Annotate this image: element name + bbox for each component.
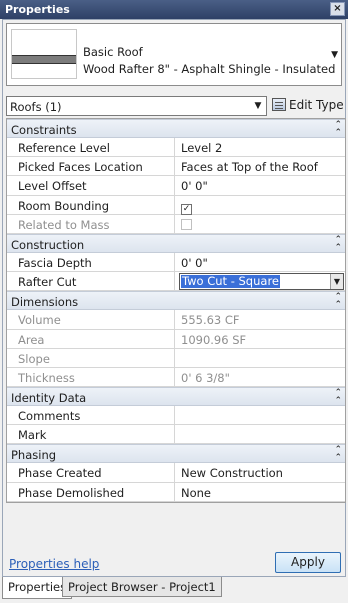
property-value: 1090.96 SF — [181, 332, 247, 347]
property-label: Reference Level — [7, 138, 175, 157]
group-constraints[interactable]: Constraints ⌃ ⌃ — [7, 119, 345, 138]
group-title: Identity Data — [11, 391, 87, 406]
property-value: ✓ — [175, 196, 345, 215]
chevron-down-icon[interactable]: ▼ — [330, 274, 343, 290]
edit-type-icon — [272, 98, 286, 111]
collapse-icon[interactable]: ⌃ ⌃ — [334, 121, 341, 138]
property-label: Area — [7, 329, 175, 348]
tab-project-browser[interactable]: Project Browser - Project1 — [62, 577, 222, 597]
group-title: Constraints — [11, 123, 77, 137]
property-label: Fascia Depth — [7, 252, 175, 272]
close-icon[interactable]: × — [330, 2, 345, 16]
chevron-down-icon[interactable]: ▼ — [251, 98, 265, 114]
property-row-room-bounding: Room Bounding ✓ — [7, 195, 345, 215]
group-dimensions[interactable]: Dimensions ⌃ ⌃ — [7, 291, 345, 311]
room-bounding-checkbox[interactable]: ✓ — [181, 203, 192, 215]
property-row-level-offset: Level Offset 0' 0" — [7, 176, 345, 196]
property-label: Phase Demolished — [7, 482, 175, 501]
property-row-picked-faces-location: Picked Faces Location Faces at Top of th… — [7, 157, 345, 177]
property-label: Level Offset — [7, 176, 175, 195]
collapse-icon[interactable]: ⌃ ⌃ — [334, 446, 341, 463]
panel-tabs: Properties Project Browser - Project1 — [0, 577, 348, 603]
collapse-icon[interactable]: ⌃ ⌃ — [334, 389, 341, 406]
property-value — [175, 349, 345, 367]
edit-type-label: Edit Type — [289, 98, 344, 112]
group-construction[interactable]: Construction ⌃ ⌃ — [7, 233, 345, 253]
property-value[interactable] — [175, 425, 345, 443]
property-value — [175, 215, 345, 233]
filter-row: Roofs (1) ▼ Edit Type — [6, 96, 346, 117]
property-label: Slope — [7, 348, 175, 367]
property-row-phase-demolished: Phase Demolished None — [7, 482, 345, 502]
collapse-icon[interactable]: ⌃ ⌃ — [334, 235, 341, 252]
property-value[interactable]: New Construction — [175, 463, 345, 481]
window-title: Properties — [5, 3, 70, 16]
group-title: Dimensions — [11, 295, 79, 310]
panel-footer: Properties help Apply — [3, 547, 347, 577]
chevron-down-icon[interactable]: ▼ — [331, 50, 338, 60]
instance-filter-value: Roofs (1) — [10, 100, 62, 114]
group-phasing[interactable]: Phasing ⌃ ⌃ — [7, 444, 345, 464]
property-label: Volume — [7, 310, 175, 329]
type-family-name: Basic Roof — [83, 45, 143, 59]
related-to-mass-checkbox — [181, 218, 192, 230]
property-row-related-to-mass: Related to Mass — [7, 214, 345, 234]
group-title: Construction — [11, 237, 85, 252]
rafter-cut-selected-value[interactable]: Two Cut - Square — [181, 275, 280, 289]
collapse-icon[interactable]: ⌃ ⌃ — [334, 293, 341, 310]
property-label: Mark — [7, 425, 175, 444]
group-title: Phasing — [11, 448, 57, 463]
property-label: Picked Faces Location — [7, 157, 175, 176]
property-label: Thickness — [7, 367, 175, 387]
group-identity-data[interactable]: Identity Data ⌃ ⌃ — [7, 387, 345, 407]
property-row-fascia-depth: Fascia Depth 0' 0" — [7, 252, 345, 273]
property-row-comments: Comments — [7, 406, 345, 426]
property-value[interactable]: Faces at Top of the Roof — [175, 157, 345, 175]
property-value: 0' 6 3/8" — [181, 370, 230, 385]
window-title-bar: Properties × — [0, 0, 348, 19]
property-value: 555.63 CF — [181, 313, 240, 328]
property-row-rafter-cut: Rafter Cut Two Cut - Square ▼ — [7, 272, 345, 292]
property-label: Rafter Cut — [7, 272, 175, 291]
property-row-mark: Mark — [7, 425, 345, 445]
property-row-slope: Slope — [7, 348, 345, 368]
properties-panel: Basic Roof Wood Rafter 8" - Asphalt Shin… — [2, 19, 346, 577]
property-row-area: Area 1090.96 SF — [7, 329, 345, 349]
instance-filter-select[interactable]: Roofs (1) ▼ — [6, 96, 267, 116]
property-label: Phase Created — [7, 463, 175, 482]
property-row-phase-created: Phase Created New Construction — [7, 463, 345, 483]
edit-type-button[interactable]: Edit Type — [272, 96, 344, 116]
type-name: Wood Rafter 8" - Asphalt Shingle - Insul… — [83, 62, 336, 76]
property-label: Room Bounding — [7, 195, 175, 214]
properties-help-link[interactable]: Properties help — [9, 557, 99, 571]
property-row-reference-level: Reference Level Level 2 — [7, 138, 345, 158]
property-value[interactable]: 0' 0" — [175, 253, 345, 271]
property-value[interactable]: 0' 0" — [175, 176, 345, 194]
roof-type-thumbnail — [11, 29, 77, 79]
property-value[interactable]: Level 2 — [175, 138, 345, 156]
apply-button[interactable]: Apply — [275, 552, 341, 573]
type-selector[interactable]: Basic Roof Wood Rafter 8" - Asphalt Shin… — [6, 23, 342, 86]
property-value[interactable] — [175, 406, 345, 424]
property-row-thickness: Thickness 0' 6 3/8" — [7, 367, 345, 388]
property-label: Comments — [7, 406, 175, 425]
rafter-cut-select[interactable]: Two Cut - Square ▼ — [179, 273, 344, 291]
properties-grid: Constraints ⌃ ⌃ Reference Level Level 2 P… — [6, 118, 346, 503]
property-label: Related to Mass — [7, 214, 175, 233]
property-value[interactable]: None — [175, 483, 345, 501]
property-row-volume: Volume 555.63 CF — [7, 310, 345, 330]
